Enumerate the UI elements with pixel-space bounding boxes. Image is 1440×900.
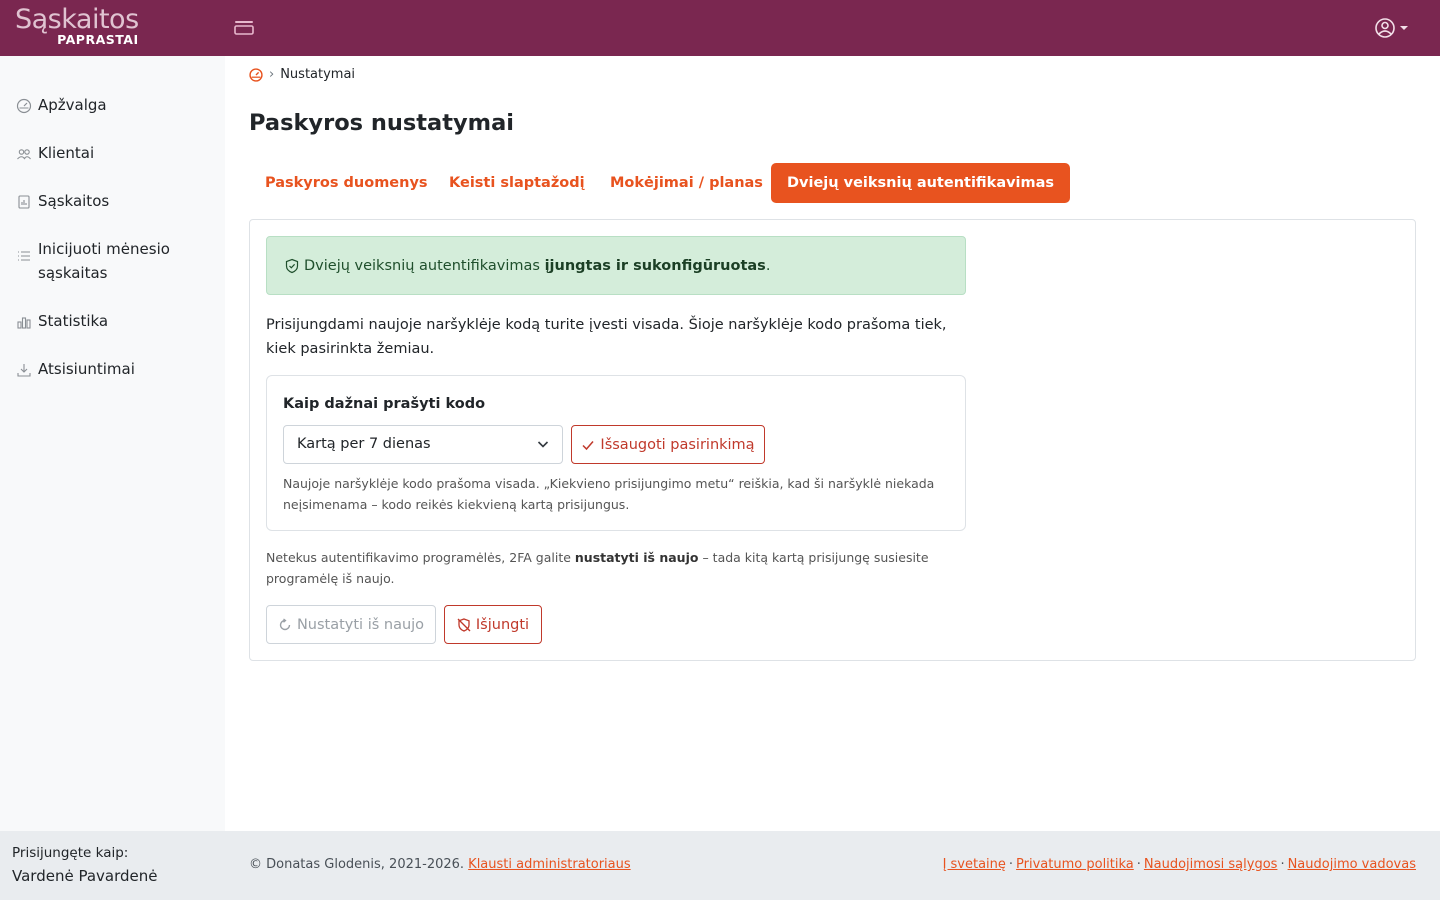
contact-admin-link[interactable]: Klausti administratoriaus bbox=[468, 857, 630, 872]
brand-logo[interactable]: Sąskaitos PAPRASTAI bbox=[15, 6, 139, 47]
two-factor-card: Dviejų veiksnių autentifikavimas įjungta… bbox=[249, 219, 1416, 661]
user-avatar-icon bbox=[1375, 18, 1408, 38]
website-link[interactable]: Į svetainę bbox=[943, 857, 1006, 872]
footer-separator: · bbox=[1136, 857, 1141, 872]
copyright: © Donatas Glodenis, 2021-2026. Klausti a… bbox=[249, 857, 631, 872]
save-choice-button[interactable]: Išsaugoti pasirinkimą bbox=[571, 425, 765, 464]
invoice-icon bbox=[18, 195, 30, 209]
recovery-bold: nustatyti iš naujo bbox=[574, 550, 699, 565]
chevron-down-icon bbox=[537, 441, 549, 448]
sidebar-item-statistics[interactable]: Statistika bbox=[0, 312, 225, 333]
alert-status-bold: įjungtas ir sukonfigūruotas bbox=[544, 257, 766, 274]
frequency-selected-value: Kartą per 7 dienas bbox=[297, 436, 431, 452]
refresh-icon bbox=[279, 617, 291, 630]
shield-check-icon bbox=[285, 258, 299, 273]
dashboard-icon bbox=[16, 98, 32, 114]
sidebar-item-label: Inicijuoti mėnesio sąskaitas bbox=[38, 240, 170, 282]
logged-in-label: Prisijungęte kaip: bbox=[12, 845, 129, 861]
main-content: › Nustatymai Paskyros nustatymai Paskyro… bbox=[225, 56, 1440, 831]
disable-2fa-label: Išjungti bbox=[475, 616, 530, 633]
sidebar-item-monthly-invoices[interactable]: Inicijuoti mėnesio sąskaitas bbox=[0, 240, 225, 285]
page-title: Paskyros nustatymai bbox=[249, 110, 515, 136]
shield-off-icon bbox=[457, 617, 471, 632]
tab-account-details[interactable]: Paskyros duomenys bbox=[249, 163, 444, 203]
sidebar-item-label: Statistika bbox=[38, 312, 109, 330]
brand-subtitle: PAPRASTAI bbox=[57, 32, 139, 47]
frequency-select[interactable]: Kartą per 7 dienas bbox=[283, 425, 563, 464]
sidebar-item-overview[interactable]: Apžvalga bbox=[0, 96, 225, 117]
logged-in-user-name: Vardenė Pavardenė bbox=[12, 867, 158, 885]
top-navbar: Sąskaitos PAPRASTAI bbox=[0, 0, 1440, 56]
breadcrumb-separator: › bbox=[269, 67, 275, 82]
reset-2fa-button[interactable]: Nustatyti iš naujo bbox=[266, 605, 436, 644]
footer-links: Į svetainę · Privatumo politika · Naudojimos… bbox=[943, 857, 1416, 872]
alert-text: Dviejų veiksnių autentifikavimas bbox=[304, 257, 545, 274]
tab-payments-plan[interactable]: Mokėjimai / planas bbox=[594, 163, 779, 203]
sidebar-item-label: Klientai bbox=[38, 144, 95, 162]
breadcrumb: › Nustatymai bbox=[249, 67, 355, 82]
user-guide-link[interactable]: Naudojimo vadovas bbox=[1288, 857, 1416, 872]
menu-toggle-icon[interactable] bbox=[233, 18, 255, 38]
terms-of-use-link[interactable]: Naudojimosi sąlygos bbox=[1144, 857, 1278, 872]
intro-text: Prisijungdami naujoje naršyklėje kodą tu… bbox=[266, 317, 947, 357]
sidebar: Apžvalga Klientai Sąskaitos Inicijuoti m… bbox=[0, 56, 225, 831]
home-dashboard-icon[interactable] bbox=[249, 67, 263, 82]
privacy-policy-link[interactable]: Privatumo politika bbox=[1016, 857, 1134, 872]
breadcrumb-current: Nustatymai bbox=[280, 67, 356, 82]
recovery-prefix: Netekus autentifikavimo programėlės, 2FA… bbox=[266, 550, 575, 565]
frequency-title: Kaip dažnai prašyti kodo bbox=[283, 396, 486, 412]
status-alert: Dviejų veiksnių autentifikavimas įjungta… bbox=[266, 236, 966, 295]
footer-user-info: Prisijungęte kaip: Vardenė Pavardenė bbox=[0, 831, 225, 900]
frequency-card: Kaip dažnai prašyti kodo Kartą per 7 die… bbox=[266, 375, 966, 531]
reset-2fa-label: Nustatyti iš naujo bbox=[296, 616, 425, 633]
sidebar-item-label: Apžvalga bbox=[38, 96, 107, 114]
sidebar-item-invoices[interactable]: Sąskaitos bbox=[0, 192, 225, 213]
sidebar-item-clients[interactable]: Klientai bbox=[0, 144, 225, 165]
brand-name: Sąskaitos bbox=[15, 4, 139, 35]
users-icon bbox=[17, 149, 31, 160]
chart-icon bbox=[17, 317, 31, 329]
sidebar-item-label: Atsisiuntimai bbox=[38, 360, 135, 378]
download-icon bbox=[17, 364, 31, 377]
list-icon bbox=[18, 251, 30, 261]
footer-separator: · bbox=[1008, 857, 1014, 872]
recovery-text: Netekus autentifikavimo programėlės, 2FA… bbox=[266, 547, 966, 589]
alert-suffix: . bbox=[765, 257, 771, 274]
copyright-text: © Donatas Glodenis, 2021-2026. bbox=[249, 857, 469, 872]
tab-change-password[interactable]: Keisti slaptažodį bbox=[433, 163, 601, 203]
sidebar-item-downloads[interactable]: Atsisiuntimai bbox=[0, 360, 225, 381]
footer: Prisijungęte kaip: Vardenė Pavardenė © D… bbox=[0, 831, 1440, 900]
save-choice-label: Išsaugoti pasirinkimą bbox=[600, 436, 755, 453]
tab-two-factor-auth[interactable]: Dviejų veiksnių autentifikavimas bbox=[771, 163, 1071, 203]
frequency-help-text: Naujoje naršyklėje kodo prašoma visada. … bbox=[283, 476, 935, 512]
disable-2fa-button[interactable]: Išjungti bbox=[444, 605, 542, 644]
footer-separator: · bbox=[1280, 857, 1285, 872]
user-menu-button[interactable] bbox=[1374, 17, 1410, 39]
check-icon bbox=[582, 440, 594, 450]
sidebar-item-label: Sąskaitos bbox=[38, 192, 110, 210]
